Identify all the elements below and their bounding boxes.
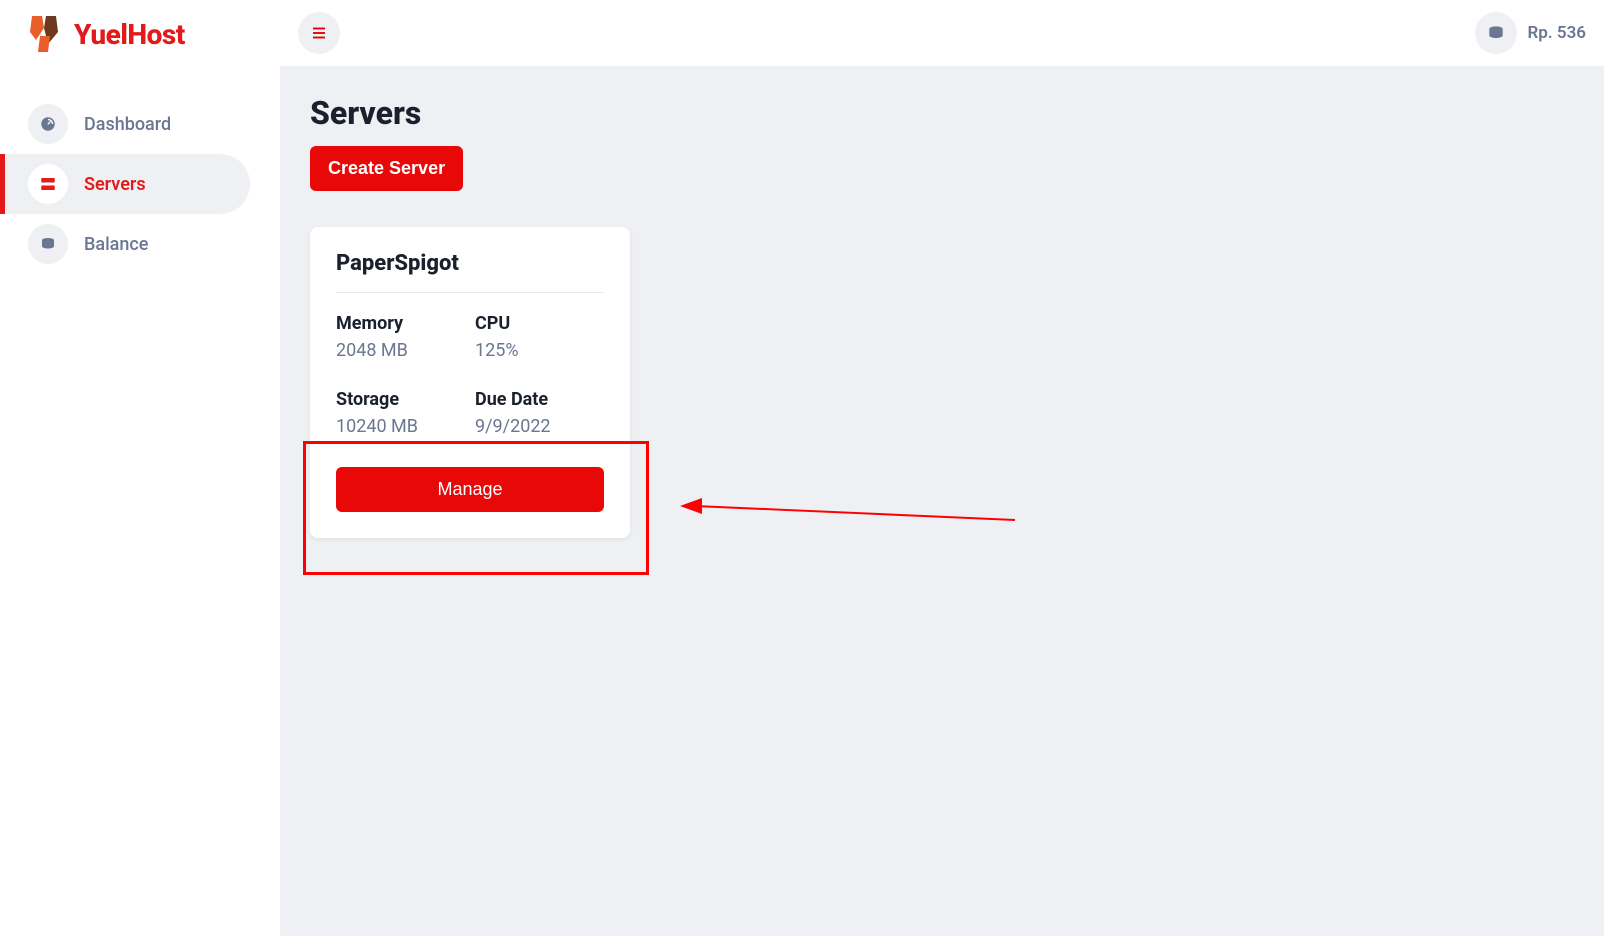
stat-storage: Storage 10240 MB	[336, 389, 465, 437]
page-title: Servers	[310, 94, 1574, 132]
stat-label: Memory	[336, 313, 465, 334]
stat-memory: Memory 2048 MB	[336, 313, 465, 361]
stat-value: 9/9/2022	[475, 416, 604, 437]
stat-cpu: CPU 125%	[475, 313, 604, 361]
coins-icon	[1475, 12, 1517, 54]
balance-amount: Rp. 536	[1527, 23, 1586, 43]
sidebar-nav: Dashboard Servers Balance	[0, 76, 280, 274]
menu-toggle-button[interactable]	[298, 12, 340, 54]
stat-value: 2048 MB	[336, 340, 465, 361]
server-name: PaperSpigot	[336, 251, 604, 293]
gauge-icon	[28, 104, 68, 144]
stat-value: 10240 MB	[336, 416, 465, 437]
sidebar-item-label: Balance	[84, 234, 148, 255]
hamburger-icon	[310, 24, 328, 42]
brand-name: YuelHost	[74, 18, 185, 51]
stat-label: CPU	[475, 313, 604, 334]
sidebar-item-label: Servers	[84, 174, 146, 195]
stat-value: 125%	[475, 340, 604, 361]
sidebar-item-dashboard[interactable]: Dashboard	[0, 94, 280, 154]
server-icon	[28, 164, 68, 204]
server-card: PaperSpigot Memory 2048 MB CPU 125% Stor…	[310, 227, 630, 538]
balance-display[interactable]: Rp. 536	[1475, 12, 1586, 54]
stat-label: Storage	[336, 389, 465, 410]
main-content: Servers Create Server PaperSpigot Memory…	[280, 66, 1604, 936]
create-server-button[interactable]: Create Server	[310, 146, 463, 191]
stat-label: Due Date	[475, 389, 604, 410]
sidebar: YuelHost Dashboard Servers Balance	[0, 0, 280, 936]
sidebar-item-label: Dashboard	[84, 114, 171, 135]
sidebar-item-servers[interactable]: Servers	[0, 154, 250, 214]
brand: YuelHost	[0, 14, 280, 76]
manage-button[interactable]: Manage	[336, 467, 604, 512]
topbar: Rp. 536	[280, 0, 1604, 66]
sidebar-item-balance[interactable]: Balance	[0, 214, 280, 274]
stat-due-date: Due Date 9/9/2022	[475, 389, 604, 437]
server-stats: Memory 2048 MB CPU 125% Storage 10240 MB…	[336, 313, 604, 437]
coins-icon	[28, 224, 68, 264]
brand-logo-icon	[24, 14, 64, 54]
